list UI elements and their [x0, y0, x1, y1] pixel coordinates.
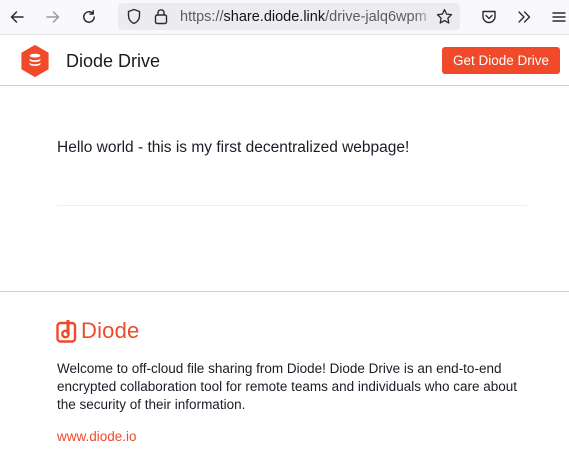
content-divider — [57, 205, 527, 206]
footer-brand: Diode — [81, 318, 140, 343]
browser-toolbar: https://share.diode.link/drive-jalq6wpm — [0, 0, 569, 35]
bookmark-star-icon[interactable] — [436, 8, 453, 25]
menu-icon — [552, 12, 566, 22]
url-host: share.diode.link — [223, 9, 326, 25]
back-icon — [10, 11, 24, 23]
url-scheme: https:// — [180, 9, 224, 25]
url-path: /drive-jalq6wpm — [325, 9, 427, 25]
reload-icon — [83, 10, 95, 23]
overflow-button[interactable] — [513, 6, 535, 28]
back-button[interactable] — [6, 6, 28, 28]
forward-button[interactable] — [42, 6, 64, 28]
shield-icon[interactable] — [126, 8, 142, 25]
pocket-icon — [482, 10, 496, 24]
pocket-button[interactable] — [478, 6, 500, 28]
reload-button[interactable] — [78, 6, 100, 28]
diode-drive-logo[interactable] — [21, 45, 49, 77]
url-bar[interactable]: https://share.diode.link/drive-jalq6wpm — [118, 3, 460, 30]
footer-description: Welcome to off-cloud file sharing from D… — [57, 361, 518, 412]
app-header: Diode Drive Get Diode Drive — [0, 36, 569, 86]
url-fade — [414, 8, 436, 26]
url-text: https://share.diode.link/drive-jalq6wpm — [180, 8, 436, 26]
lock-icon[interactable] — [154, 8, 168, 25]
overflow-chevrons-icon — [518, 11, 531, 23]
forward-icon — [46, 11, 60, 23]
footer-divider — [0, 291, 569, 292]
get-diode-drive-button[interactable]: Get Diode Drive — [442, 47, 560, 74]
app-title: Diode Drive — [66, 51, 161, 71]
page-message: Hello world - this is my first decentral… — [57, 139, 410, 156]
diode-logo-icon — [56, 320, 77, 343]
footer-logo: Diode — [56, 318, 139, 344]
footer-website-link[interactable]: www.diode.io — [57, 428, 137, 446]
menu-button[interactable] — [548, 6, 569, 28]
